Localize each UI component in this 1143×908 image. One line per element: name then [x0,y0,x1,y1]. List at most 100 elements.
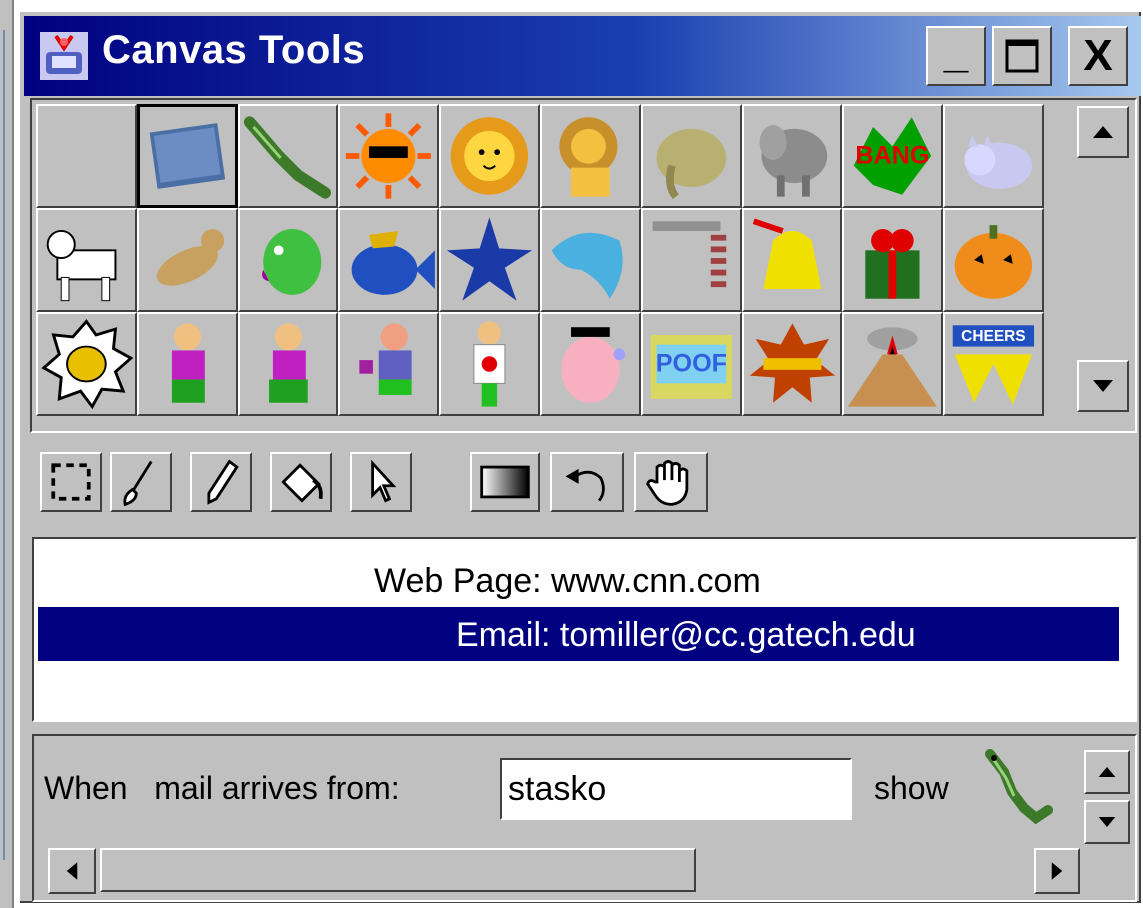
clipart-boom[interactable] [741,312,843,416]
arrow-up-icon [1093,126,1113,138]
clipart-sun-sunglasses[interactable] [338,104,440,208]
clipart-cheers[interactable]: CHEERS [943,312,1044,416]
elephant-gray-icon [759,125,827,197]
scroll-left-button[interactable] [48,848,96,894]
arrow-down-icon [1093,380,1113,392]
maximize-button[interactable] [992,26,1052,86]
clipart-bell-burst[interactable] [36,312,137,416]
volcano-icon [848,327,938,407]
bell-burst-icon [41,319,134,410]
clipart-dog-running[interactable] [136,208,238,312]
arrow-left-icon [66,862,78,880]
clipart-elephant-gray[interactable] [741,104,843,208]
rule-scroll-up-button[interactable] [1084,750,1130,794]
clipart-notebook[interactable] [136,104,238,208]
clipart-lion[interactable] [539,104,641,208]
clipart-person-shirt[interactable] [439,312,540,416]
paint-bucket-tool-button[interactable] [270,452,332,512]
minimize-button[interactable]: _ [926,26,986,86]
window-title: Canvas Tools [102,28,366,72]
select-rect-tool-button[interactable] [40,452,102,512]
clipart-fish-green[interactable] [237,208,339,312]
person-walking-2-icon [268,323,308,403]
notification-rule-list[interactable]: Web Page: www.cnn.com Email: tomiller@cc… [32,537,1137,722]
clipart-person-walking-1[interactable] [136,312,238,416]
mail-from-input[interactable] [500,758,852,820]
title-bar[interactable]: Canvas Tools _ X [24,16,1141,96]
scroll-right-button[interactable] [1034,848,1080,894]
blank-icon [38,106,135,206]
hand-tool-button[interactable] [634,452,708,512]
clipart-gift[interactable] [842,208,944,312]
clipart-palette: BANG POOF CHEERS [30,98,1137,433]
lion-icon [559,117,618,197]
scroll-down-button[interactable] [1077,360,1129,412]
boom-icon [749,323,835,403]
clipart-bell[interactable] [741,208,843,312]
pencil-tool-button[interactable] [190,452,252,512]
marquee-select-icon [51,463,91,501]
clipart-text: BANG [856,142,930,170]
close-button[interactable]: X [1068,26,1128,86]
clipart-fish-blue[interactable] [338,208,440,312]
rule-editor-panel: When mail arrives from: show [32,734,1137,902]
fish-blue-icon [352,230,436,295]
arrow-down-icon [1098,817,1116,827]
clipart-dog[interactable] [36,208,137,312]
lion-face-icon [450,117,529,195]
clipart-volcano[interactable] [842,312,944,416]
list-item-label: Web Page: www.cnn.com [374,562,761,600]
undo-tool-button[interactable] [550,452,624,512]
clipart-elephant[interactable] [640,104,742,208]
close-icon: X [1083,31,1113,80]
fish-green-icon [261,229,321,295]
person-shirt-icon [473,321,506,407]
dog-icon [46,229,117,302]
pointer-arrow-icon [371,459,397,503]
pencil-icon [207,459,239,505]
brush-tool-button[interactable] [110,452,172,512]
scroll-up-button[interactable] [1077,106,1129,158]
clipart-man-coffee[interactable] [338,312,440,416]
arrow-right-icon [1051,862,1063,880]
horizontal-scrollbar[interactable] [48,848,1080,896]
show-label: show [874,770,949,806]
list-item[interactable]: Web Page: www.cnn.com [38,553,1119,607]
minimize-icon: _ [943,28,969,77]
canvas-tools-window: Canvas Tools _ X BANG POOF CHEERS Web Pa… [18,10,1143,905]
poof-icon: POOF [650,334,732,399]
clipart-text: CHEERS [961,328,1025,345]
clipart-poof[interactable]: POOF [640,312,742,416]
clipart-starfish[interactable] [439,208,540,312]
gradient-icon [480,465,530,499]
gradient-tool-button[interactable] [470,452,540,512]
maximize-icon [994,28,1050,84]
clipart-cat[interactable] [943,104,1044,208]
alligator-icon [243,116,331,199]
alligator-icon[interactable] [984,748,1056,828]
when-label: When mail arrives from: [44,770,400,806]
clipart-dolphin[interactable] [539,208,641,312]
cheers-icon: CHEERS [952,325,1035,405]
tool-bar [40,452,740,512]
clipart-lion-face[interactable] [439,104,540,208]
clipart-hammer[interactable] [640,208,742,312]
palette-vertical-scrollbar[interactable] [1075,104,1131,414]
pointer-tool-button[interactable] [350,452,412,512]
background-window-edge [0,0,14,908]
clipart-bang[interactable]: BANG [842,104,944,208]
clipart-alligator[interactable] [237,104,339,208]
man-pig-phone-icon [561,327,626,403]
scrollbar-thumb[interactable] [100,848,696,892]
arrow-up-icon [1098,767,1116,777]
clipart-text: POOF [656,350,727,378]
starfish-icon [446,217,533,301]
clipart-pumpkin[interactable] [943,208,1044,312]
clipart-person-walking-2[interactable] [237,312,339,416]
elephant-icon [656,128,727,200]
rule-scroll-down-button[interactable] [1084,800,1130,844]
clipart-blank[interactable] [36,104,137,208]
bang-icon: BANG [854,117,932,195]
list-item-selected[interactable]: Email: tomiller@cc.gatech.edu [38,607,1119,661]
clipart-man-pig-phone[interactable] [539,312,641,416]
